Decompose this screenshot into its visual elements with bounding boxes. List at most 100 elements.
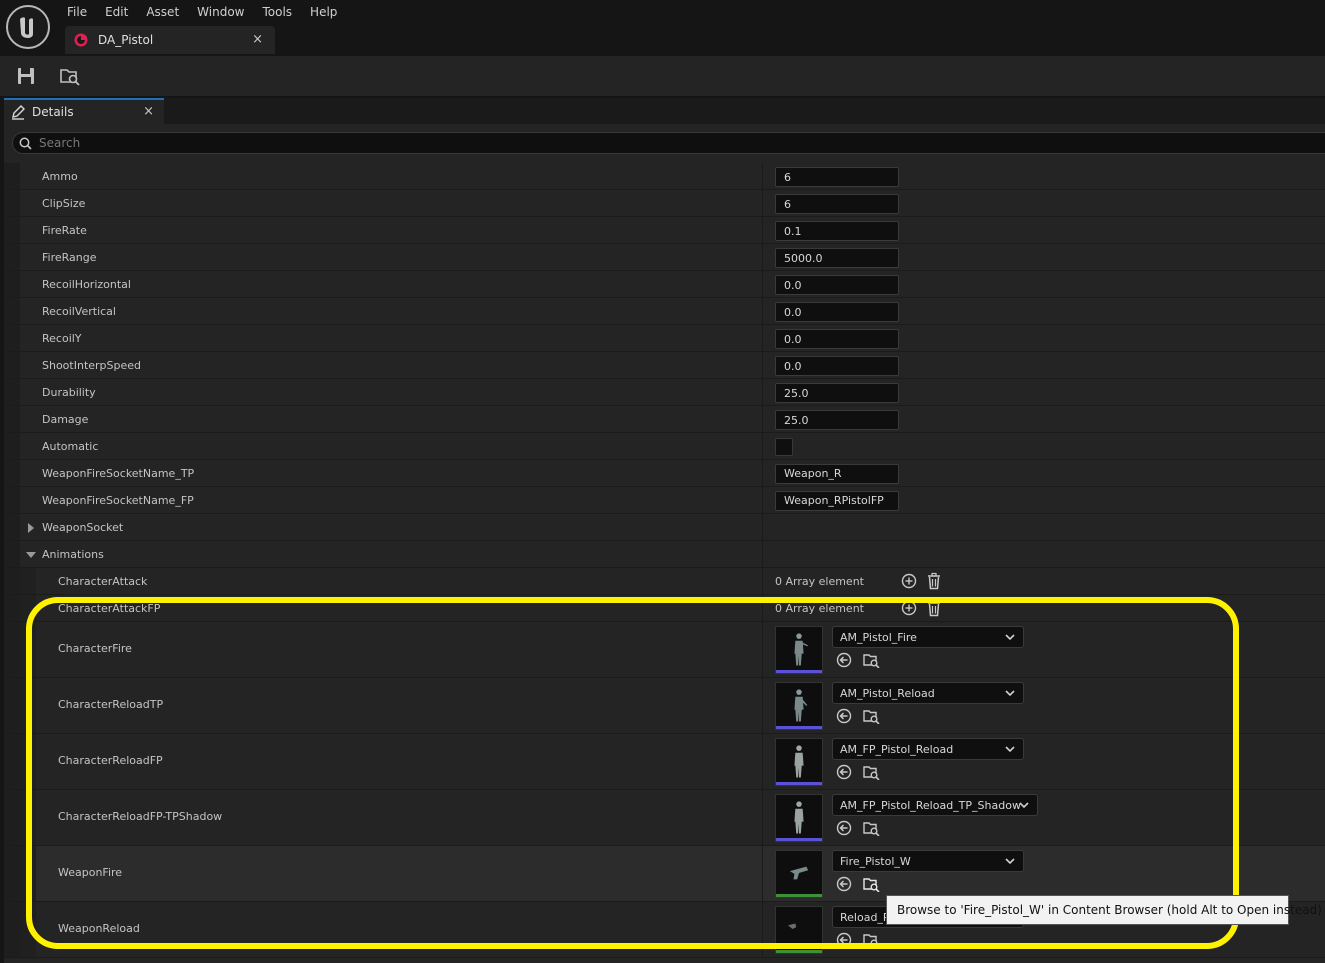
asset-thumbnail[interactable] (775, 906, 823, 954)
data-asset-icon (74, 33, 88, 47)
asset-thumbnail[interactable] (775, 738, 823, 786)
asset-type-bar (776, 838, 822, 841)
menu-bar: File Edit Asset Window Tools Help (58, 2, 346, 22)
automatic-checkbox[interactable] (775, 438, 793, 456)
asset-name: AM_Pistol_Reload (840, 687, 935, 700)
property-row-weaponsocket[interactable]: WeaponSocket (4, 514, 1325, 541)
document-tab[interactable]: DA_Pistol × (65, 26, 275, 54)
browse-to-asset-icon[interactable] (863, 652, 880, 668)
browse-to-asset-icon[interactable] (863, 876, 880, 892)
asset-type-bar (776, 670, 822, 673)
recoily-field[interactable]: 0.0 (775, 329, 899, 349)
menu-tools[interactable]: Tools (253, 2, 301, 22)
menu-help[interactable]: Help (301, 2, 346, 22)
menu-asset[interactable]: Asset (137, 2, 188, 22)
details-tab-close-icon[interactable]: × (143, 104, 154, 119)
category-animations[interactable]: Animations (4, 541, 1325, 568)
property-row-automatic: Automatic (4, 433, 1325, 460)
property-row-socket-tp: WeaponFireSocketName_TP Weapon_R (4, 460, 1325, 487)
add-element-icon[interactable] (901, 573, 917, 589)
clipsize-field[interactable]: 6 (775, 194, 899, 214)
expand-arrow-icon[interactable] (26, 523, 36, 533)
details-body: Search Ammo 6 ClipSize 6 FireRate 0.1 Fi… (4, 124, 1325, 963)
property-label: FireRate (42, 224, 87, 237)
use-selected-icon[interactable] (836, 876, 852, 892)
recoilvertical-field[interactable]: 0.0 (775, 302, 899, 322)
property-label: FireRange (42, 251, 97, 264)
menu-edit[interactable]: Edit (96, 2, 137, 22)
array-count: 0 Array element (775, 602, 864, 615)
trash-icon[interactable] (926, 572, 942, 590)
search-icon (19, 137, 32, 150)
asset-picker[interactable]: AM_FP_Pistol_Reload (832, 738, 1024, 760)
property-row-ammo: Ammo 6 (4, 163, 1325, 190)
add-element-icon[interactable] (901, 600, 917, 616)
pistol-icon (788, 923, 797, 929)
property-label: RecoilVertical (42, 305, 116, 318)
shootinterpspeed-field[interactable]: 0.0 (775, 356, 899, 376)
durability-field[interactable]: 25.0 (775, 383, 899, 403)
use-selected-icon[interactable] (836, 932, 852, 948)
property-label: ClipSize (42, 197, 86, 210)
use-selected-icon[interactable] (836, 652, 852, 668)
ammo-field[interactable]: 6 (775, 167, 899, 187)
trash-icon[interactable] (926, 599, 942, 617)
asset-thumbnail[interactable] (775, 626, 823, 674)
pistol-icon (789, 866, 809, 880)
chevron-down-icon (1005, 858, 1015, 865)
property-label: CharacterReloadTP (58, 698, 164, 711)
property-label: CharacterReloadFP (58, 754, 163, 767)
browse-content-icon[interactable] (59, 65, 81, 87)
chevron-down-icon (1005, 746, 1015, 753)
collapse-arrow-icon[interactable] (26, 550, 36, 560)
property-label: CharacterFire (58, 642, 132, 655)
browse-to-asset-icon[interactable] (863, 932, 880, 948)
recoilhorizontal-field[interactable]: 0.0 (775, 275, 899, 295)
browse-to-asset-icon[interactable] (863, 764, 880, 780)
menu-file[interactable]: File (58, 2, 96, 22)
asset-type-bar (776, 950, 822, 953)
save-icon[interactable] (15, 65, 37, 87)
asset-picker[interactable]: AM_FP_Pistol_Reload_TP_Shadow (832, 794, 1038, 816)
property-label: RecoilHorizontal (42, 278, 131, 291)
asset-thumbnail[interactable] (775, 794, 823, 842)
asset-type-bar (776, 726, 822, 729)
property-row-shootinterpspeed: ShootInterpSpeed 0.0 (4, 352, 1325, 379)
asset-name: AM_Pistol_Fire (840, 631, 917, 644)
search-input[interactable]: Search (12, 132, 1325, 154)
toolbar (0, 56, 1325, 96)
asset-picker[interactable]: AM_Pistol_Reload (832, 682, 1024, 704)
asset-thumbnail[interactable] (775, 682, 823, 730)
asset-picker[interactable]: Fire_Pistol_W (832, 850, 1024, 872)
property-label: Damage (42, 413, 89, 426)
details-tab[interactable]: Details × (4, 98, 164, 124)
property-label: WeaponSocket (42, 521, 124, 534)
use-selected-icon[interactable] (836, 764, 852, 780)
property-label: WeaponFire (58, 866, 123, 879)
character-figure-icon (794, 689, 808, 722)
document-tab-title: DA_Pistol (98, 33, 154, 47)
asset-thumbnail[interactable] (775, 850, 823, 898)
firerange-field[interactable]: 5000.0 (775, 248, 899, 268)
property-label: WeaponFireSocketName_FP (42, 494, 194, 507)
browse-to-asset-icon[interactable] (863, 708, 880, 724)
property-row-characterattack: CharacterAttack 0 Array element (4, 568, 1325, 595)
browse-to-asset-icon[interactable] (863, 820, 880, 836)
browse-tooltip: Browse to 'Fire_Pistol_W' in Content Bro… (886, 895, 1322, 925)
property-label: ShootInterpSpeed (42, 359, 142, 372)
document-tab-close-icon[interactable]: × (252, 32, 263, 47)
asset-picker[interactable]: AM_Pistol_Fire (832, 626, 1024, 648)
socket-tp-field[interactable]: Weapon_R (775, 464, 899, 484)
use-selected-icon[interactable] (836, 820, 852, 836)
menu-window[interactable]: Window (188, 2, 253, 22)
property-row-damage: Damage 25.0 (4, 406, 1325, 433)
damage-field[interactable]: 25.0 (775, 410, 899, 430)
firerate-field[interactable]: 0.1 (775, 221, 899, 241)
unreal-logo-icon[interactable] (6, 5, 50, 49)
property-label: Durability (42, 386, 96, 399)
property-label: WeaponFireSocketName_TP (42, 467, 195, 480)
socket-fp-field[interactable]: Weapon_RPistolFP (775, 491, 899, 511)
character-figure-icon (794, 633, 809, 666)
use-selected-icon[interactable] (836, 708, 852, 724)
array-count: 0 Array element (775, 575, 864, 588)
